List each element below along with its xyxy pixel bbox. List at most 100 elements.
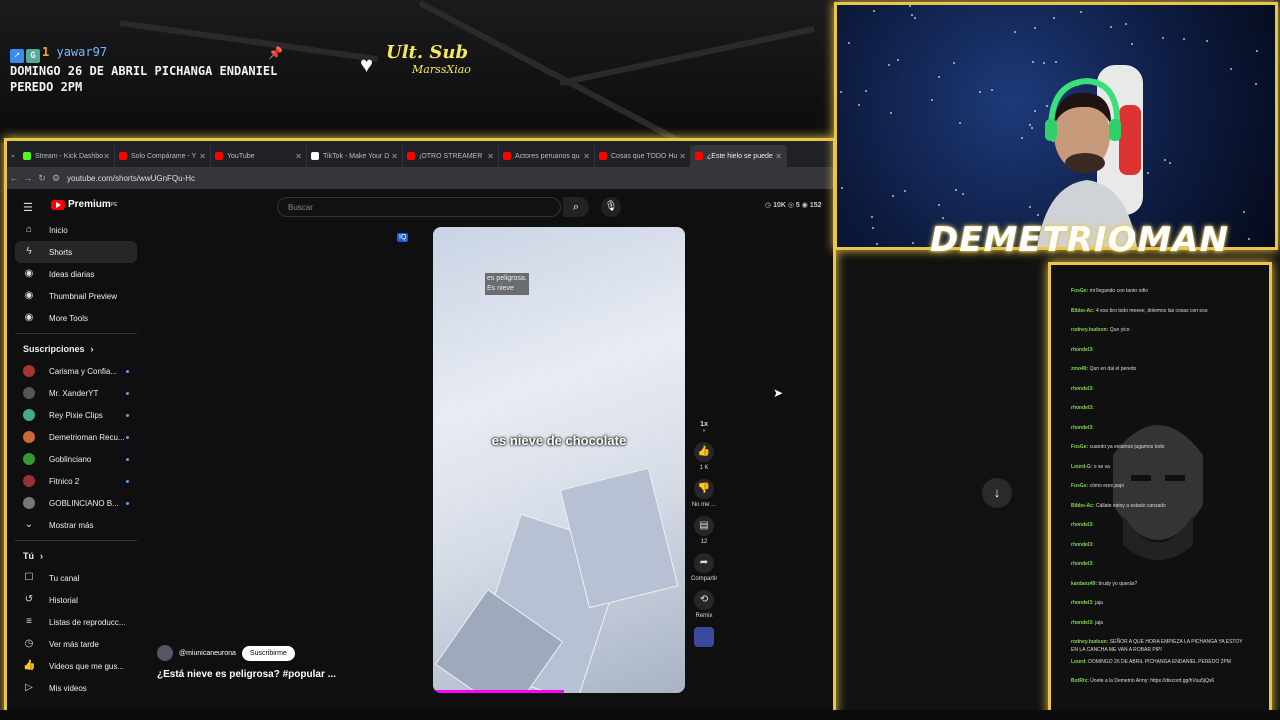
chat-username[interactable]: zmo49: (1071, 366, 1088, 372)
close-tab-icon[interactable]: ✕ (103, 152, 110, 161)
chat-username[interactable]: rhondel3: (1071, 405, 1094, 411)
chat-messages: FosGe: mi llegando con tanto odio Bibbe-A… (1051, 265, 1269, 697)
star (937, 204, 940, 207)
sidebar-item-label: Fitnico 2 (49, 476, 80, 486)
url-text[interactable]: youtube.com/shorts/wwUGnFQu-Hc (67, 174, 195, 183)
search-button[interactable]: ⌕ (563, 197, 589, 217)
browser-tab[interactable]: Cosas que TODO Hu ✕ (595, 145, 691, 167)
chat-username[interactable]: FosGe: (1071, 288, 1088, 294)
channel-name[interactable]: @miunicaneurona (179, 650, 236, 657)
browser-tab[interactable]: TikTok - Make Your D ✕ (307, 145, 403, 167)
mic-button[interactable]: 🎙 (601, 197, 621, 217)
chat-username[interactable]: Bibbe-Ac: (1071, 308, 1095, 314)
tab-label: ¡OTRO STREAMER (419, 152, 483, 160)
chat-username[interactable]: rhondel3: (1071, 386, 1094, 392)
sidebar-item[interactable]: Rey Pixie Clips (15, 404, 137, 426)
youtube-logo[interactable]: Premium PE (51, 199, 117, 210)
like-button[interactable]: 👍 1 K (691, 442, 717, 471)
close-tab-icon[interactable]: ✕ (679, 152, 686, 161)
sidebar-item[interactable]: Mr. XanderYT (15, 382, 137, 404)
sidebar-item[interactable]: ↺ Historial (15, 589, 137, 611)
you-header[interactable]: Tú › (15, 545, 137, 567)
sidebar-item[interactable]: ☐ Tu canal (15, 567, 137, 589)
star (1162, 36, 1165, 39)
remix-button[interactable]: ⟲ Remix (691, 590, 717, 619)
quality-badge-icon[interactable]: IQ (397, 233, 409, 242)
chat-username[interactable]: kardanz49: (1071, 581, 1097, 587)
sidebar-item[interactable]: ϟ Shorts (15, 241, 137, 263)
next-video-button[interactable]: ↓ (982, 478, 1012, 508)
browser-tab[interactable]: ¿Este hielo se puede ✕ (691, 145, 787, 167)
forward-icon[interactable]: → (21, 173, 35, 183)
chat-username[interactable]: rhondel3: (1071, 620, 1094, 626)
channel-avatar[interactable] (157, 645, 173, 661)
browser-tab[interactable]: Stream - Kick Dashbo ✕ (19, 145, 115, 167)
tab-label: TikTok - Make Your D (323, 152, 390, 160)
browser-tab[interactable]: Solo Compárame - Y ✕ (115, 145, 211, 167)
show-more-button[interactable]: ⌄ Mostrar más (15, 514, 137, 536)
tab-search-icon[interactable]: ⌄ (7, 150, 19, 159)
chat-username[interactable]: FosGe: (1071, 483, 1088, 489)
chat-username[interactable]: Lourd-G: (1071, 464, 1092, 470)
chat-username[interactable]: rodney.hudson: (1071, 327, 1108, 333)
sidebar-item[interactable]: Goblinciano (15, 448, 137, 470)
chat-username[interactable]: rhondel3: (1071, 347, 1094, 353)
subscriptions-header[interactable]: Suscripciones › (15, 338, 137, 360)
star (1032, 60, 1035, 63)
share-button[interactable]: ➦ Compartir (691, 553, 717, 582)
sidebar-item[interactable]: Fitnico 2 (15, 470, 137, 492)
chat-username[interactable]: rhondel3: (1071, 425, 1094, 431)
sidebar-item[interactable]: ≡ Listas de reproducc... (15, 611, 137, 633)
star (891, 195, 894, 198)
sidebar-item[interactable]: ◉ Thumbnail Preview (15, 285, 137, 307)
browser-tab[interactable]: YouTube ✕ (211, 145, 307, 167)
chat-username[interactable]: rhondel3: (1071, 561, 1094, 567)
chat-username[interactable]: rodney.hudson: (1071, 639, 1108, 645)
browser-tab[interactable]: Actores peruanos qu ✕ (499, 145, 595, 167)
sidebar-item[interactable]: ◷ Ver más tarde (15, 633, 137, 655)
back-icon[interactable]: ← (7, 173, 21, 183)
tab-favicon-icon (119, 152, 127, 160)
search-input[interactable]: Buscar (277, 197, 561, 217)
close-tab-icon[interactable]: ✕ (199, 152, 206, 161)
comments-button[interactable]: ▤ 12 (691, 516, 717, 545)
chat-username[interactable]: rhondel3: (1071, 600, 1094, 606)
chat-username[interactable]: rhondel3: (1071, 522, 1094, 528)
star (889, 111, 892, 114)
sidebar-item[interactable]: ⌂ Inicio (15, 219, 137, 241)
sidebar-item[interactable]: Demetrioman Recu... (15, 426, 137, 448)
sound-thumbnail[interactable] (694, 627, 714, 647)
close-tab-icon[interactable]: ✕ (487, 152, 494, 161)
sidebar-item[interactable]: ◉ Ideas diarias (15, 263, 137, 285)
remix-label: Remix (695, 613, 713, 619)
sidebar-item[interactable]: Carisma y Confia... (15, 360, 137, 382)
subscribe-button[interactable]: Suscribirme (241, 645, 295, 661)
video-progress-bar[interactable] (433, 690, 565, 693)
close-tab-icon[interactable]: ✕ (775, 152, 782, 161)
star (840, 91, 843, 94)
close-tab-icon[interactable]: ✕ (391, 152, 398, 161)
close-tab-icon[interactable]: ✕ (295, 152, 302, 161)
chat-username[interactable]: Lourd: (1071, 659, 1087, 665)
dislike-button[interactable]: 👎 No me ... (691, 479, 717, 508)
chat-username[interactable]: FosGe: (1071, 444, 1088, 450)
speed-control[interactable]: 1x» (691, 421, 717, 434)
close-tab-icon[interactable]: ✕ (583, 152, 590, 161)
reload-icon[interactable]: ↻ (35, 173, 49, 184)
sidebar-item[interactable]: ▷ Mis videos (15, 677, 137, 699)
sidebar-item[interactable]: ◉ More Tools (15, 307, 137, 329)
sidebar-item[interactable]: 👍 Videos que me gus... (15, 655, 137, 677)
site-info-icon[interactable]: ⚙ (49, 173, 63, 184)
tab-label: Cosas que TODO Hu (611, 152, 678, 160)
short-video-player[interactable]: es peligrosa. Es nieve es nieve de chocol… (433, 227, 685, 693)
chat-username[interactable]: Bibbe-Ac: (1071, 503, 1095, 509)
video-title[interactable]: ¿Está nieve es peligrosa? #popular ... (157, 669, 336, 680)
sidebar-item[interactable]: GOBLINCIANO B... (15, 492, 137, 514)
chat-username[interactable]: BotRix: (1071, 678, 1089, 684)
chat-username[interactable]: rhondel3: (1071, 542, 1094, 548)
star (871, 227, 874, 230)
browser-tab[interactable]: ¡OTRO STREAMER ✕ (403, 145, 499, 167)
menu-icon[interactable]: ☰ (23, 201, 33, 214)
star (1043, 61, 1046, 64)
announcement-username: yawar97 (56, 45, 108, 59)
